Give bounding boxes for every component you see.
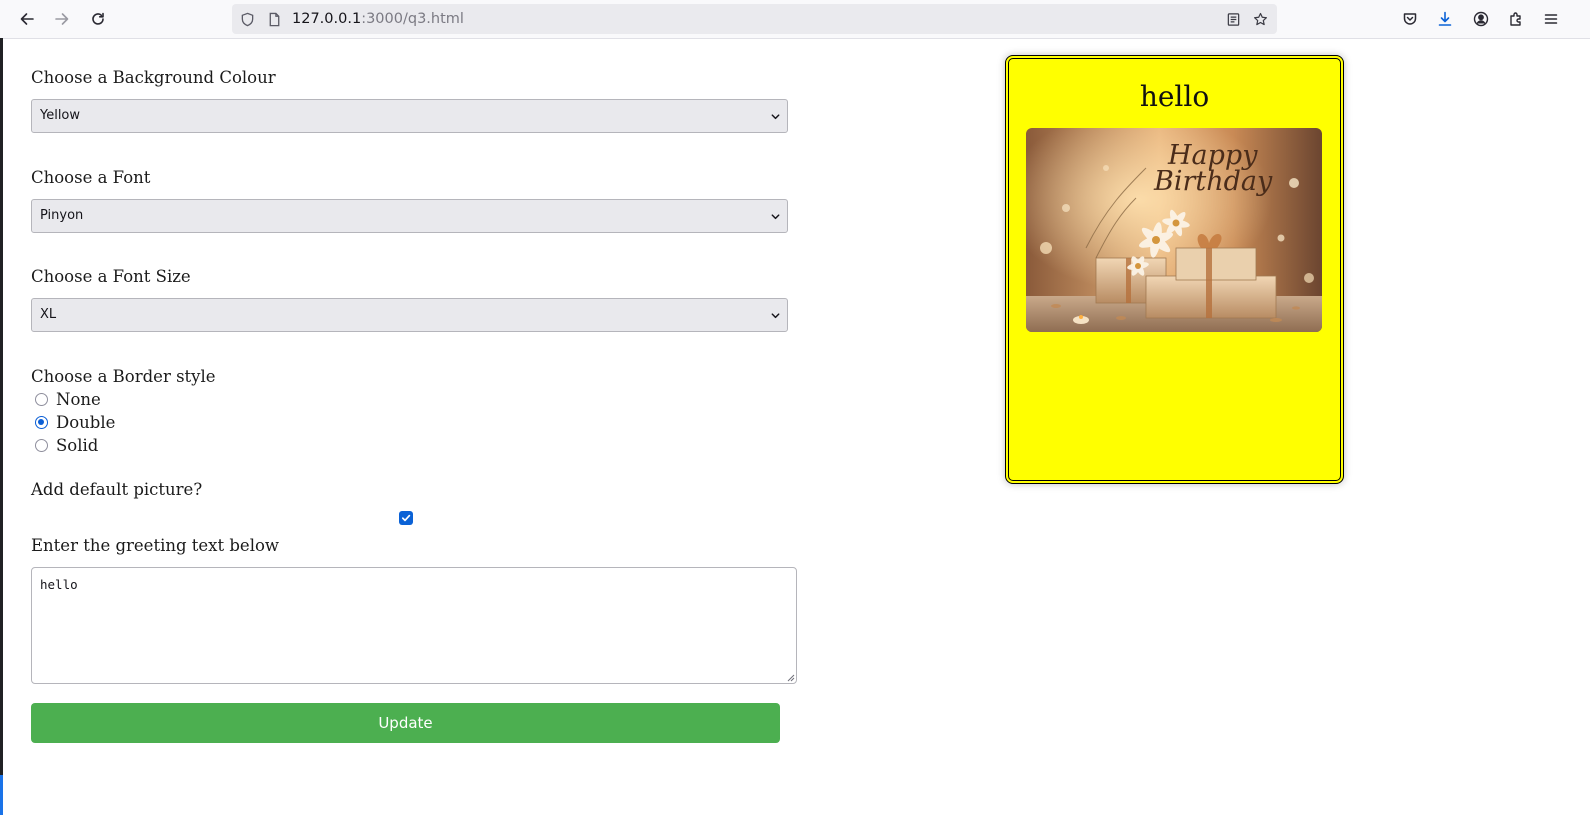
back-icon[interactable] <box>13 5 41 33</box>
browser-toolbar: 127.0.0.1:3000/q3.html <box>0 0 1590 39</box>
pocket-icon[interactable] <box>1396 5 1424 33</box>
radio-double[interactable] <box>35 415 48 429</box>
chevron-down-icon <box>771 214 780 220</box>
checkmark-icon <box>401 514 411 522</box>
url-text[interactable]: 127.0.0.1:3000/q3.html <box>292 10 464 28</box>
font-size-value: XL <box>40 307 57 322</box>
account-icon[interactable] <box>1467 5 1495 33</box>
shield-icon[interactable] <box>239 11 255 27</box>
radio-solid[interactable] <box>35 438 48 452</box>
resize-grip-icon[interactable] <box>785 672 795 682</box>
border-option-double[interactable]: Double <box>35 411 115 433</box>
font-select[interactable]: Pinyon <box>31 199 788 233</box>
background-colour-select[interactable]: Yellow <box>31 99 788 133</box>
chevron-down-icon <box>771 114 780 120</box>
greeting-text-label: Enter the greeting text below <box>31 536 280 555</box>
radio-double-label: Double <box>56 412 116 432</box>
card-greeting-text: hello <box>1139 80 1210 113</box>
border-style-label: Choose a Border style <box>31 367 216 386</box>
chevron-down-icon <box>771 313 780 319</box>
birthday-picture: Happy Birthday <box>1026 128 1322 332</box>
border-option-solid[interactable]: Solid <box>35 434 98 456</box>
picture-caption-birthday: Birthday <box>1153 166 1273 197</box>
window-edge <box>0 38 3 815</box>
font-size-select[interactable]: XL <box>31 298 788 332</box>
font-value: Pinyon <box>40 208 84 223</box>
background-colour-value: Yellow <box>40 108 81 123</box>
font-label: Choose a Font <box>31 168 151 187</box>
url-bar[interactable]: 127.0.0.1:3000/q3.html <box>232 4 1277 34</box>
greeting-card-preview: hello Happy Birthday <box>1005 55 1344 484</box>
font-size-label: Choose a Font Size <box>31 267 191 286</box>
border-option-none[interactable]: None <box>35 388 101 410</box>
default-picture-label: Add default picture? <box>31 480 203 499</box>
taskbar-edge <box>0 775 3 815</box>
radio-solid-label: Solid <box>56 435 99 455</box>
reload-icon[interactable] <box>84 5 112 33</box>
birthday-gift-image: Happy Birthday <box>1026 128 1322 332</box>
radio-none[interactable] <box>35 392 48 406</box>
update-button[interactable]: Update <box>31 703 780 743</box>
default-picture-checkbox[interactable] <box>399 511 413 525</box>
greeting-value: hello <box>40 577 78 592</box>
url-path: :3000/q3.html <box>361 11 464 27</box>
background-colour-label: Choose a Background Colour <box>31 68 276 87</box>
menu-icon[interactable] <box>1537 5 1565 33</box>
bookmark-star-icon[interactable] <box>1252 11 1268 27</box>
extensions-icon[interactable] <box>1502 5 1530 33</box>
url-host: 127.0.0.1 <box>292 11 362 27</box>
page-icon[interactable] <box>266 11 282 27</box>
greeting-textarea[interactable]: hello <box>31 567 797 684</box>
reader-view-icon[interactable] <box>1225 11 1241 27</box>
forward-icon[interactable] <box>48 5 76 33</box>
radio-none-label: None <box>56 389 101 409</box>
downloads-icon[interactable] <box>1431 5 1459 33</box>
